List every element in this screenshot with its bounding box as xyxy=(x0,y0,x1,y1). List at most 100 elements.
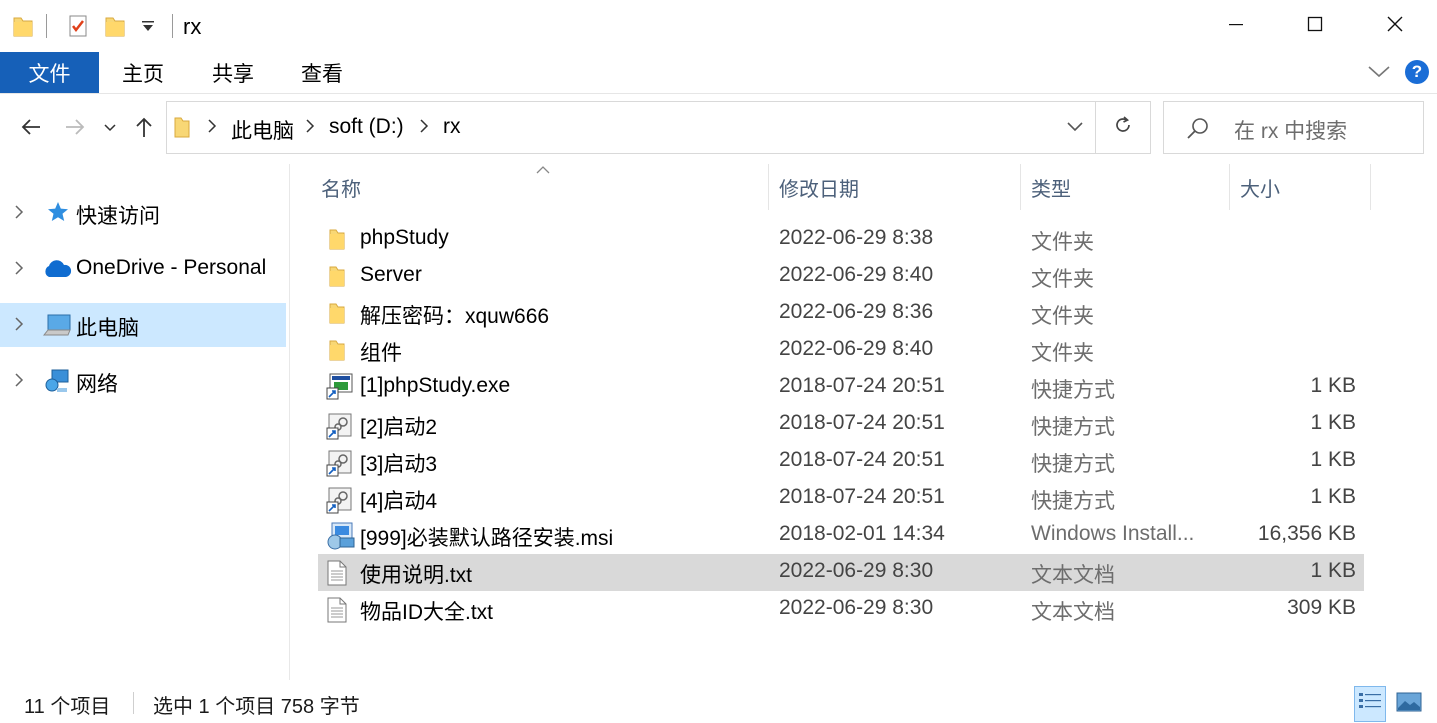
window-title: rx xyxy=(183,14,202,39)
table-row[interactable]: phpStudy 2022-06-29 8:38 文件夹 xyxy=(318,221,1364,258)
nav-item-network[interactable]: 网络 xyxy=(0,359,286,403)
customize-toolbar-icon[interactable] xyxy=(141,20,155,39)
table-row[interactable]: [4]启动4 2018-07-24 20:51 快捷方式 1 KB xyxy=(318,480,1364,517)
new-folder-icon[interactable] xyxy=(104,14,126,43)
chevron-down-icon xyxy=(1067,119,1083,137)
breadcrumb-soft-d[interactable]: soft (D:) xyxy=(329,115,404,139)
file-type: 快捷方式 xyxy=(1031,453,1115,476)
breadcrumb-rx[interactable]: rx xyxy=(443,115,461,139)
breadcrumb-this-pc[interactable]: 此电脑 xyxy=(231,115,294,145)
table-row[interactable]: [1]phpStudy.exe 2018-07-24 20:51 快捷方式 1 KB xyxy=(318,369,1364,406)
file-name: 使用说明.txt xyxy=(360,564,473,587)
back-button[interactable] xyxy=(16,114,46,144)
tab-share[interactable]: 共享 xyxy=(198,52,268,93)
column-divider[interactable] xyxy=(1370,164,1371,210)
address-history-button[interactable] xyxy=(1055,102,1095,153)
table-row[interactable]: 解压密码：xquw666 2022-06-29 8:36 文件夹 xyxy=(318,295,1364,332)
minimize-button[interactable] xyxy=(1196,0,1276,52)
file-type: 文件夹 xyxy=(1031,305,1094,328)
file-modified-date: 2022-06-29 8:40 xyxy=(779,263,934,286)
file-type: Windows Install... xyxy=(1031,522,1195,545)
expand-ribbon-chevron-icon[interactable] xyxy=(1367,65,1391,84)
close-button[interactable] xyxy=(1355,0,1435,52)
refresh-button[interactable] xyxy=(1095,102,1150,153)
forward-button[interactable] xyxy=(60,114,90,144)
file-type: 快捷方式 xyxy=(1031,416,1115,439)
tab-home[interactable]: 主页 xyxy=(108,52,178,93)
address-bar[interactable]: 此电脑 soft (D:) rx xyxy=(166,101,1151,154)
nav-item-this-pc[interactable]: 此电脑 xyxy=(0,303,286,347)
folder-icon xyxy=(12,14,34,43)
shortcut-icon xyxy=(326,486,354,519)
folder-icon xyxy=(328,264,346,293)
file-size: 309 KB xyxy=(1287,596,1356,619)
up-button[interactable] xyxy=(129,114,159,144)
exe-shortcut-icon xyxy=(326,372,354,405)
file-modified-date: 2018-07-24 20:51 xyxy=(779,374,945,397)
file-size: 1 KB xyxy=(1310,374,1356,397)
navigation-bar: 此电脑 soft (D:) rx 在 rx 中搜索 xyxy=(0,96,1437,164)
file-type: 文件夹 xyxy=(1031,268,1094,291)
text-file-icon xyxy=(326,560,348,591)
arrow-left-icon xyxy=(20,117,42,142)
file-type: 文件夹 xyxy=(1031,342,1094,365)
nav-item-quick-access[interactable]: 快速访问 xyxy=(0,191,286,235)
nav-item-label: 此电脑 xyxy=(76,317,139,340)
title-separator xyxy=(172,14,173,38)
chevron-right-icon xyxy=(207,118,217,139)
large-icons-view-icon xyxy=(1396,691,1422,718)
table-row[interactable]: 使用说明.txt 2022-06-29 8:30 文本文档 1 KB xyxy=(318,554,1364,591)
properties-icon[interactable] xyxy=(66,14,90,43)
tab-file[interactable]: 文件 xyxy=(0,52,99,93)
arrow-right-icon xyxy=(64,117,86,142)
file-type: 文本文档 xyxy=(1031,564,1115,587)
chevron-right-icon[interactable] xyxy=(14,204,24,225)
large-icons-view-button[interactable] xyxy=(1393,686,1425,722)
tab-view[interactable]: 查看 xyxy=(287,52,357,93)
chevron-right-icon[interactable] xyxy=(14,316,24,337)
nav-item-label: 快速访问 xyxy=(76,205,160,228)
status-bar: 11 个项目 选中 1 个项目 758 字节 xyxy=(0,682,1437,723)
minimize-icon xyxy=(1228,16,1244,37)
nav-item-onedrive[interactable]: OneDrive - Personal xyxy=(0,247,286,291)
file-name: 组件 xyxy=(360,342,402,365)
status-separator xyxy=(133,692,134,714)
file-name: Server xyxy=(360,263,422,286)
table-row[interactable]: 组件 2022-06-29 8:40 文件夹 xyxy=(318,332,1364,369)
recent-locations-button[interactable] xyxy=(97,114,123,144)
column-header-name[interactable]: 名称 xyxy=(321,164,361,210)
table-row[interactable]: [3]启动3 2018-07-24 20:51 快捷方式 1 KB xyxy=(318,443,1364,480)
table-row[interactable]: [999]必装默认路径安装.msi 2018-02-01 14:34 Windows… xyxy=(318,517,1364,554)
table-row[interactable]: [2]启动2 2018-07-24 20:51 快捷方式 1 KB xyxy=(318,406,1364,443)
shortcut-icon xyxy=(326,412,354,445)
file-modified-date: 2022-06-29 8:36 xyxy=(779,300,934,323)
column-divider[interactable] xyxy=(1229,164,1230,210)
file-type: 快捷方式 xyxy=(1031,379,1115,402)
file-size: 1 KB xyxy=(1310,448,1356,471)
search-icon xyxy=(1186,116,1210,145)
chevron-down-icon xyxy=(104,120,116,138)
chevron-right-icon[interactable] xyxy=(14,372,24,393)
column-header-date[interactable]: 修改日期 xyxy=(779,164,859,210)
search-box[interactable]: 在 rx 中搜索 xyxy=(1163,101,1424,154)
file-size: 1 KB xyxy=(1310,411,1356,434)
chevron-right-icon[interactable] xyxy=(14,260,24,281)
file-modified-date: 2022-06-29 8:30 xyxy=(779,596,934,619)
file-name: [4]启动4 xyxy=(360,490,438,513)
cloud-icon xyxy=(42,259,72,284)
file-modified-date: 2018-02-01 14:34 xyxy=(779,522,945,545)
maximize-button[interactable] xyxy=(1275,0,1355,52)
column-divider[interactable] xyxy=(1020,164,1021,210)
details-view-button[interactable] xyxy=(1354,686,1386,722)
help-button[interactable]: ? xyxy=(1405,60,1429,84)
table-row[interactable]: Server 2022-06-29 8:40 文件夹 xyxy=(318,258,1364,295)
column-header-size[interactable]: 大小 xyxy=(1240,164,1280,210)
folder-icon xyxy=(173,115,191,144)
table-row[interactable]: 物品ID大全.txt 2022-06-29 8:30 文本文档 309 KB xyxy=(318,591,1364,628)
column-header-type[interactable]: 类型 xyxy=(1031,164,1071,210)
file-name: [2]启动2 xyxy=(360,416,438,439)
file-name: [999]必装默认路径安装.msi xyxy=(360,527,614,550)
file-modified-date: 2022-06-29 8:38 xyxy=(779,226,934,249)
column-divider[interactable] xyxy=(768,164,769,210)
sort-ascending-icon xyxy=(536,162,550,180)
